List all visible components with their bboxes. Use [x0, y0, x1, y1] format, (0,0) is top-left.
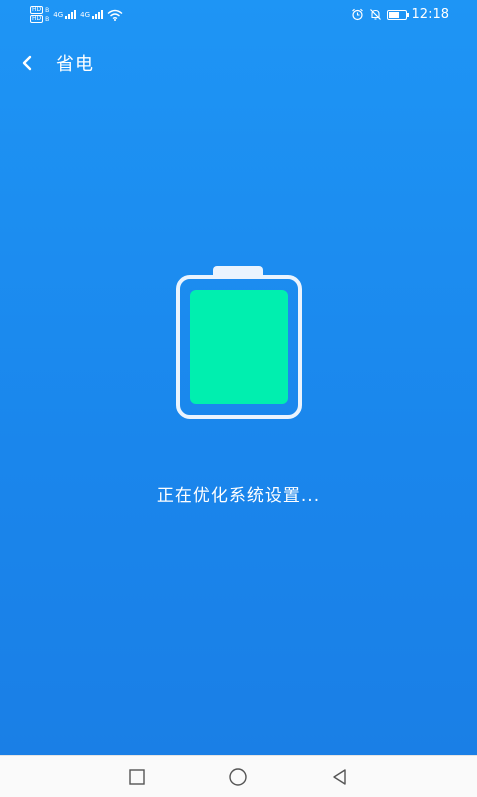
hd-indicators: HD B HD B — [30, 6, 49, 23]
home-circle-icon — [229, 768, 247, 786]
status-right: 12:18 — [351, 7, 449, 22]
system-nav-bar — [0, 755, 477, 797]
wifi-icon — [107, 9, 123, 21]
hd-sub: B — [45, 6, 50, 14]
chevron-left-icon — [22, 55, 32, 71]
battery-icon — [386, 9, 409, 20]
recents-square-icon — [129, 769, 145, 785]
home-button[interactable] — [224, 764, 252, 790]
hd-indicator-1: HD B — [30, 6, 49, 14]
back-button[interactable] — [10, 46, 44, 80]
hd-indicator-2: HD B — [30, 15, 49, 23]
nav-back-button[interactable] — [326, 764, 354, 790]
status-left: HD B HD B 4G 4G — [30, 6, 123, 23]
status-time: 12:18 — [411, 7, 449, 22]
battery-fill — [190, 290, 288, 404]
alarm-icon — [351, 8, 363, 21]
back-triangle-icon — [333, 769, 346, 785]
battery-illustration — [174, 266, 304, 422]
app-header: 省电 — [0, 44, 477, 82]
hd-sub: B — [45, 15, 50, 23]
hd-badge: HD — [30, 15, 44, 23]
main-area: HD B HD B 4G 4G 12:18 省电 正在优化系统设置... — [0, 0, 477, 755]
power-saving-screen: HD B HD B 4G 4G 12:18 省电 正在优化系统设置... — [0, 0, 477, 797]
hd-badge: HD — [30, 6, 44, 14]
page-title: 省电 — [56, 54, 94, 75]
mute-icon — [369, 9, 381, 20]
signal-sim2-icon: 4G — [80, 10, 104, 19]
optimizing-message: 正在优化系统设置... — [156, 486, 321, 506]
network-type: 4G — [80, 11, 91, 19]
network-type: 4G — [53, 11, 64, 19]
recents-button[interactable] — [123, 764, 151, 790]
status-bar: HD B HD B 4G 4G 12:18 — [0, 0, 477, 32]
signal-sim1-icon: 4G — [53, 10, 77, 19]
battery-body — [176, 275, 302, 419]
